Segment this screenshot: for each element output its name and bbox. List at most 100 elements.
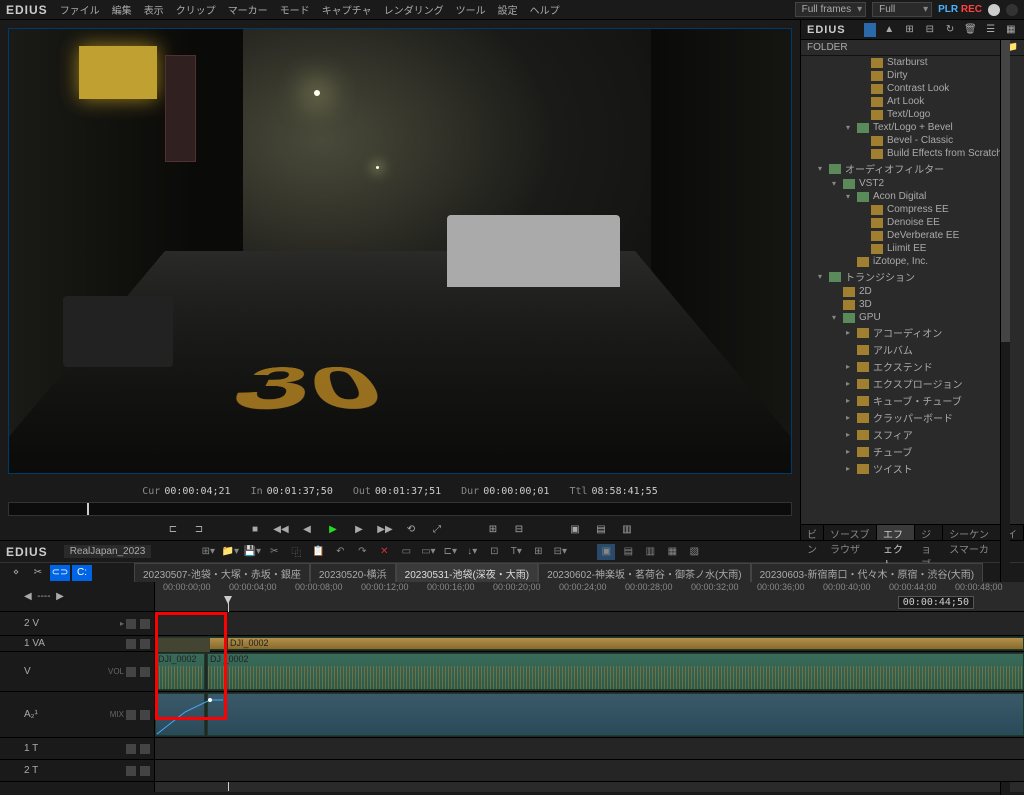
track-row[interactable]	[155, 612, 1024, 636]
grid-icon[interactable]: ▦	[1004, 23, 1018, 37]
mode-btn1[interactable]: ⋄	[6, 565, 26, 581]
tree-item[interactable]: ▸クラッパーボード	[801, 409, 1024, 426]
tree-item[interactable]: ▾Text/Logo + Bevel	[801, 121, 1024, 134]
frame-mode-dropdown[interactable]: Full frames	[795, 2, 866, 17]
tracks-area[interactable]: 00:00:44;50 00:00:00;0000:00:04;0000:00:…	[155, 582, 1024, 792]
time-ruler[interactable]: 00:00:44;50 00:00:00;0000:00:04;0000:00:…	[155, 582, 1024, 612]
track-row[interactable]	[155, 692, 1024, 738]
tl-cut-button[interactable]: ✂	[265, 544, 283, 560]
minimize-icon[interactable]	[988, 4, 1000, 16]
tl-toggle3[interactable]: ▥	[641, 544, 659, 560]
tree-item[interactable]: Text/Logo	[801, 108, 1024, 121]
tl-toggle5[interactable]: ▧	[685, 544, 703, 560]
track-row[interactable]	[155, 738, 1024, 760]
tree-item[interactable]: Contrast Look	[801, 82, 1024, 95]
tree-item[interactable]: ▾VST2	[801, 177, 1024, 190]
set-in-button[interactable]: ⊏	[165, 522, 181, 536]
ruler-tc-box[interactable]: 00:00:44;50	[898, 596, 974, 609]
tree-item[interactable]: iZotope, Inc.	[801, 255, 1024, 268]
panel-icon2[interactable]: ⊟	[923, 23, 937, 37]
menu-ツール[interactable]: ツール	[456, 2, 486, 17]
menu-マーカー[interactable]: マーカー	[228, 2, 268, 17]
tree-item[interactable]: Art Look	[801, 95, 1024, 108]
folder-icon[interactable]	[864, 23, 876, 37]
tree-item[interactable]: ▸エクステンド	[801, 358, 1024, 375]
set-out-button[interactable]: ⊐	[191, 522, 207, 536]
tree-item[interactable]: Starburst	[801, 56, 1024, 69]
tree-item[interactable]: ▸スフィア	[801, 426, 1024, 443]
tree-item[interactable]: Build Effects from Scratch	[801, 147, 1024, 160]
tl-btn-g[interactable]: ⊟▾	[551, 544, 569, 560]
tree-item[interactable]: ▾Acon Digital	[801, 190, 1024, 203]
tree-item[interactable]: Bevel - Classic	[801, 134, 1024, 147]
side-tab[interactable]: ビン	[801, 525, 824, 540]
preview-monitor[interactable]: 30	[8, 28, 792, 474]
panel-icon1[interactable]: ⊞	[902, 23, 916, 37]
quality-dropdown[interactable]: Full	[872, 2, 932, 17]
tool3-button[interactable]: ▥	[619, 522, 635, 536]
rewind-button[interactable]: ◀◀	[273, 522, 289, 536]
track-row[interactable]: DJI_0002DJ _0002	[155, 652, 1024, 692]
tl-btn-f[interactable]: ⊞	[529, 544, 547, 560]
tl-btn-e[interactable]: ⊡	[485, 544, 503, 560]
tree-item[interactable]: Liimit EE	[801, 242, 1024, 255]
fforward-button[interactable]: ▶▶	[377, 522, 393, 536]
track-header[interactable]: 2 V▸	[0, 612, 154, 636]
stop-button[interactable]: ■	[247, 522, 263, 536]
tool1-button[interactable]: ▣	[567, 522, 583, 536]
project-name[interactable]: RealJapan_2023	[64, 545, 152, 558]
tl-save-button[interactable]: 💾▾	[243, 544, 261, 560]
track-header[interactable]: A₂¹MIX	[0, 692, 154, 738]
menu-編集[interactable]: 編集	[112, 2, 132, 17]
tl-btn-c[interactable]: ⊏▾	[441, 544, 459, 560]
tree-item[interactable]: ▸ツイスト	[801, 460, 1024, 477]
tl-copy-button[interactable]: ⿻	[287, 544, 305, 560]
tl-paste-button[interactable]: 📋	[309, 544, 327, 560]
track-header[interactable]: 1 VA	[0, 636, 154, 652]
loop-button[interactable]: ⟲	[403, 522, 419, 536]
scrub-bar[interactable]	[8, 502, 792, 516]
sequence-tab[interactable]: 20230602-神楽坂・茗荷谷・御茶ノ水(大雨)	[538, 563, 750, 583]
tl-btn-a[interactable]: ▭	[397, 544, 415, 560]
trash-icon[interactable]: 🗑	[963, 23, 977, 37]
tl-redo-button[interactable]: ↷	[353, 544, 371, 560]
tl-new-button[interactable]: ⊞▾	[199, 544, 217, 560]
sequence-tab[interactable]: 20230520-横浜	[310, 563, 396, 583]
sequence-tab[interactable]: 20230531-池袋(深夜・大雨)	[396, 563, 538, 583]
insert-button[interactable]: ⊞	[485, 522, 501, 536]
play-button[interactable]: ▶	[325, 522, 341, 536]
tree-item[interactable]: Compress EE	[801, 203, 1024, 216]
side-tab[interactable]: シーケンスマーカー	[943, 525, 1001, 540]
mode-btn4[interactable]: C:	[72, 565, 92, 581]
overwrite-button[interactable]: ⊟	[511, 522, 527, 536]
sequence-tab[interactable]: 20230507-池袋・大塚・赤坂・銀座	[134, 563, 310, 583]
tree-item[interactable]: DeVerberate EE	[801, 229, 1024, 242]
list-icon[interactable]: ☰	[983, 23, 997, 37]
tree-item[interactable]: ▾GPU	[801, 311, 1024, 324]
tree-item[interactable]: ▸エクスプロージョン	[801, 375, 1024, 392]
tl-btn-d[interactable]: ↓▾	[463, 544, 481, 560]
menu-キャプチャ[interactable]: キャプチャ	[322, 2, 372, 17]
tl-undo-button[interactable]: ↶	[331, 544, 349, 560]
menu-ファイル[interactable]: ファイル	[60, 2, 100, 17]
mode-btn3[interactable]: ⊂⊃	[50, 565, 70, 581]
expand-button[interactable]: ⤢	[429, 522, 445, 536]
tree-item[interactable]: 2D	[801, 285, 1024, 298]
side-tab[interactable]: エフェクト	[877, 525, 915, 540]
track-header[interactable]: VVOL	[0, 652, 154, 692]
up-icon[interactable]: ▲	[882, 23, 896, 37]
prev-frame-button[interactable]: ◀	[299, 522, 315, 536]
tree-item[interactable]: ▾オーディオフィルター	[801, 160, 1024, 177]
tree-item[interactable]: ▸アコーディオン	[801, 324, 1024, 341]
refresh-icon[interactable]: ↻	[943, 23, 957, 37]
side-tab[interactable]: ジョブ	[915, 525, 943, 540]
mode-btn2[interactable]: ✂	[28, 565, 48, 581]
menu-設定[interactable]: 設定	[498, 2, 518, 17]
menu-表示[interactable]: 表示	[144, 2, 164, 17]
tree-item[interactable]: Denoise EE	[801, 216, 1024, 229]
side-tab[interactable]: ソースブラウザー	[824, 525, 877, 540]
menu-モード[interactable]: モード	[280, 2, 310, 17]
tree-item[interactable]: ▸キューブ・チューブ	[801, 392, 1024, 409]
tree-item[interactable]: ▾トランジション	[801, 268, 1024, 285]
tl-title-button[interactable]: T▾	[507, 544, 525, 560]
